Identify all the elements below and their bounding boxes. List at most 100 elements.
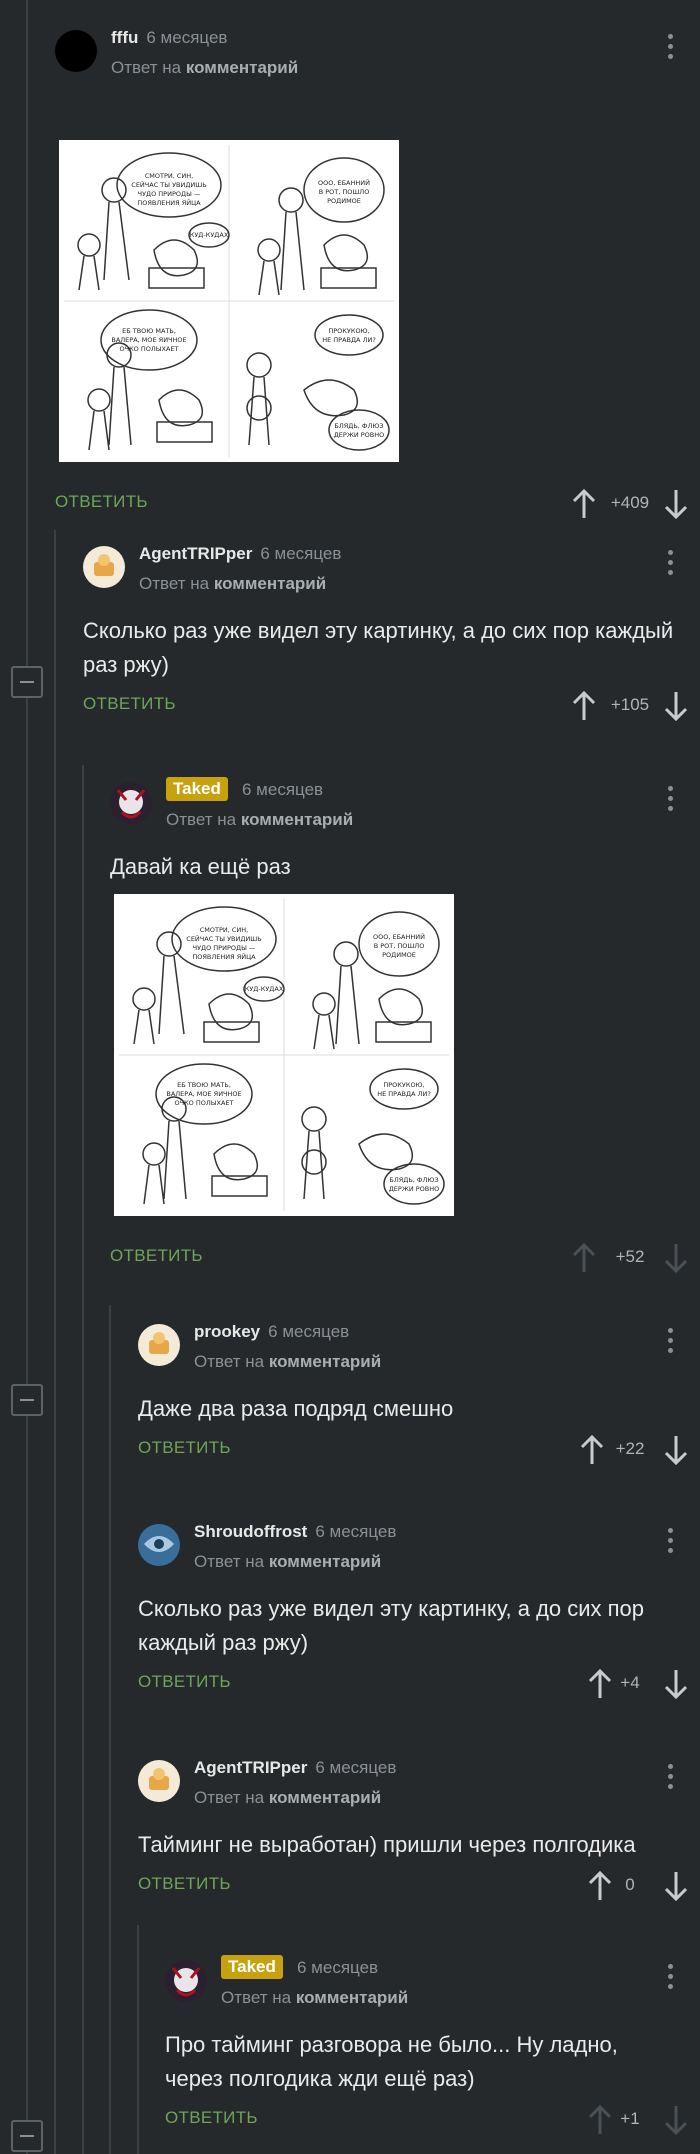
- more-options-icon[interactable]: [668, 1528, 674, 1558]
- author-name[interactable]: fffu 6 месяцев: [111, 28, 227, 48]
- reply-to-link[interactable]: комментарий: [186, 58, 298, 77]
- reply-button[interactable]: ОТВЕТИТЬ: [83, 694, 176, 714]
- comment-text: Давай ка ещё раз: [110, 854, 291, 879]
- downvote-icon[interactable]: [664, 2104, 688, 2136]
- reply-to: Ответ на комментарий: [166, 810, 354, 829]
- comment-text: Сколько раз уже видел эту картинку, а до…: [138, 1596, 645, 1655]
- comment: fffu 6 месяцев Ответ на комментарий СМОТ…: [55, 24, 700, 524]
- avatar[interactable]: [83, 546, 125, 588]
- svg-text:ПРОКУКОЮ,: ПРОКУКОЮ,: [328, 327, 369, 335]
- reply-to-link[interactable]: комментарий: [269, 1788, 381, 1807]
- author-name[interactable]: AgentTRIPper 6 месяцев: [139, 544, 341, 564]
- upvote-icon[interactable]: [572, 488, 596, 520]
- reply-button[interactable]: ОТВЕТИТЬ: [138, 1438, 231, 1458]
- comment: AgentTRIPper 6 месяцев Ответ на комментар…: [83, 540, 700, 726]
- upvote-icon[interactable]: [572, 1242, 596, 1274]
- svg-text:ЕБ ТВОЮ МАТЬ,: ЕБ ТВОЮ МАТЬ,: [177, 1081, 231, 1089]
- svg-text:ОЧКО ПОЛЫХАЕТ: ОЧКО ПОЛЫХАЕТ: [175, 1099, 234, 1107]
- rating-score: +22: [615, 1439, 645, 1458]
- svg-text:В РОТ, ПОШЛО: В РОТ, ПОШЛО: [374, 942, 425, 950]
- rating-score: +1: [620, 2109, 640, 2128]
- reply-to: Ответ на комментарий: [194, 1788, 382, 1807]
- comment-text: Даже два раза подряд смешно: [138, 1396, 454, 1421]
- rating-score: +4: [620, 1673, 640, 1692]
- thread-line-1: [26, 0, 28, 2154]
- more-options-icon[interactable]: [668, 786, 674, 816]
- upvote-icon[interactable]: [572, 690, 596, 722]
- svg-text:ПОЯВЛЕНИЯ ЯЙЦА: ПОЯВЛЕНИЯ ЯЙЦА: [137, 198, 201, 207]
- more-options-icon[interactable]: [668, 1964, 674, 1994]
- more-options-icon[interactable]: [668, 34, 674, 64]
- vote-controls: +22: [500, 1430, 700, 1470]
- avatar[interactable]: [55, 30, 97, 72]
- svg-text:СМОТРИ, СИН,: СМОТРИ, СИН,: [145, 172, 194, 180]
- svg-text:ООО, ЕБАННИЙ: ООО, ЕБАННИЙ: [373, 932, 425, 941]
- collapse-thread-button[interactable]: [11, 2120, 43, 2152]
- comment-text: Сколько раз уже видел эту картинку, а до…: [83, 618, 674, 677]
- collapse-thread-button[interactable]: [11, 666, 43, 698]
- vote-controls: +409: [500, 484, 700, 524]
- reply-button[interactable]: ОТВЕТИТЬ: [165, 2108, 258, 2128]
- svg-text:ДЕРЖИ РОВНО: ДЕРЖИ РОВНО: [389, 1185, 440, 1193]
- svg-text:БЛЯДЬ, ФЛЮЗ: БЛЯДЬ, ФЛЮЗ: [389, 1176, 438, 1184]
- reply-button[interactable]: ОТВЕТИТЬ: [55, 492, 148, 512]
- reply-button[interactable]: ОТВЕТИТЬ: [138, 1874, 231, 1894]
- avatar[interactable]: [138, 1760, 180, 1802]
- comment: AgentTRIPper 6 месяцев Ответ на комментар…: [138, 1754, 700, 1906]
- reply-to-link[interactable]: комментарий: [214, 574, 326, 593]
- comic-image[interactable]: СМОТРИ, СИН, СЕЙЧАС ТЫ УВИДИШЬ ЧУДО ПРИР…: [59, 140, 399, 462]
- svg-text:СЕЙЧАС ТЫ УВИДИШЬ: СЕЙЧАС ТЫ УВИДИШЬ: [131, 180, 206, 189]
- reply-to-link[interactable]: комментарий: [269, 1552, 381, 1571]
- more-options-icon[interactable]: [668, 1764, 674, 1794]
- author-name[interactable]: Shroudoffrost 6 месяцев: [194, 1522, 396, 1542]
- svg-text:ПОЯВЛЕНИЯ ЯЙЦА: ПОЯВЛЕНИЯ ЯЙЦА: [192, 952, 256, 961]
- reply-to-link[interactable]: комментарий: [269, 1352, 381, 1371]
- svg-text:ЧУДО ПРИРОДЫ —: ЧУДО ПРИРОДЫ —: [193, 944, 256, 952]
- upvote-icon[interactable]: [580, 1434, 604, 1466]
- avatar[interactable]: [138, 1524, 180, 1566]
- svg-text:В РОТ, ПОШЛО: В РОТ, ПОШЛО: [319, 188, 370, 196]
- avatar[interactable]: [138, 1324, 180, 1366]
- reply-button[interactable]: ОТВЕТИТЬ: [138, 1672, 231, 1692]
- collapse-thread-button[interactable]: [11, 1384, 43, 1416]
- svg-text:КУД-КУДАХ: КУД-КУДАХ: [190, 231, 229, 239]
- svg-text:СМОТРИ, СИН,: СМОТРИ, СИН,: [200, 926, 249, 934]
- reply-to: Ответ на комментарий: [111, 58, 299, 77]
- svg-text:КУД-КУДАХ: КУД-КУДАХ: [245, 985, 284, 993]
- reply-to-link[interactable]: комментарий: [241, 810, 353, 829]
- author-name[interactable]: Taked: [221, 1955, 283, 1979]
- svg-text:ЧУДО ПРИРОДЫ —: ЧУДО ПРИРОДЫ —: [138, 190, 201, 198]
- thread-line-2: [54, 530, 56, 2154]
- thread-line-4: [109, 1305, 111, 2154]
- comment-time: 6 месяцев: [315, 1758, 397, 1777]
- svg-text:СЕЙЧАС ТЫ УВИДИШЬ: СЕЙЧАС ТЫ УВИДИШЬ: [186, 934, 261, 943]
- thread-line-3: [82, 765, 84, 2154]
- comment-time: 6 месяцев: [260, 544, 342, 563]
- comment: Shroudoffrost 6 месяцев Ответ на коммента…: [138, 1518, 700, 1704]
- more-options-icon[interactable]: [668, 1328, 674, 1358]
- svg-text:РОДИМОЕ: РОДИМОЕ: [327, 197, 361, 205]
- comic-image[interactable]: СМОТРИ, СИН, СЕЙЧАС ТЫ УВИДИШЬ ЧУДО ПРИР…: [114, 894, 454, 1216]
- reply-to: Ответ на комментарий: [221, 1988, 409, 2007]
- downvote-icon[interactable]: [664, 1870, 688, 1902]
- vote-controls: +105: [500, 686, 700, 726]
- author-name[interactable]: prookey 6 месяцев: [194, 1322, 349, 1342]
- downvote-icon[interactable]: [664, 488, 688, 520]
- reply-to-link[interactable]: комментарий: [296, 1988, 408, 2007]
- comment-time: 6 месяцев: [242, 780, 324, 799]
- comment-time: 6 месяцев: [315, 1522, 397, 1541]
- avatar[interactable]: [110, 782, 152, 824]
- avatar[interactable]: [165, 1960, 207, 2002]
- downvote-icon[interactable]: [664, 1434, 688, 1466]
- reply-to: Ответ на комментарий: [194, 1352, 382, 1371]
- author-name[interactable]: Taked: [166, 777, 228, 801]
- more-options-icon[interactable]: [668, 550, 674, 580]
- svg-text:ВАЛЕРА, МОЕ ЯИЧНОЕ: ВАЛЕРА, МОЕ ЯИЧНОЕ: [166, 1090, 241, 1098]
- downvote-icon[interactable]: [664, 1668, 688, 1700]
- downvote-icon[interactable]: [664, 690, 688, 722]
- comment-text: Про тайминг разговора не было... Ну ладн…: [165, 2032, 618, 2091]
- author-name[interactable]: AgentTRIPper 6 месяцев: [194, 1758, 396, 1778]
- downvote-icon[interactable]: [664, 1242, 688, 1274]
- reply-button[interactable]: ОТВЕТИТЬ: [110, 1246, 203, 1266]
- svg-text:НЕ ПРАВДА ЛИ?: НЕ ПРАВДА ЛИ?: [377, 1090, 431, 1098]
